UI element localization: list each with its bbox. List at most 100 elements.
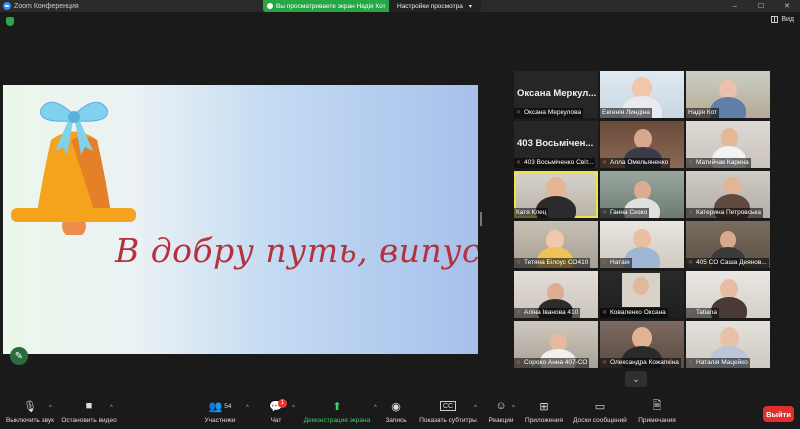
annotate-pencil-icon[interactable]: ✎ xyxy=(10,347,28,365)
muted-mic-icon: ✕ xyxy=(688,210,694,216)
muted-mic-icon: ✕ xyxy=(602,260,608,266)
chevron-down-icon: ⌄ xyxy=(632,373,640,384)
participants-button[interactable]: 👥 54 Участники xyxy=(200,397,240,429)
participant-tile[interactable]: ✕ Матийчак Карина xyxy=(686,121,770,168)
gallery-scroll-down-button[interactable]: ⌄ xyxy=(625,371,647,387)
notes-icon: 🗎 xyxy=(652,399,662,412)
share-screen-button[interactable]: ⬆ Демонстрация экрана xyxy=(303,397,371,429)
participants-options-caret[interactable]: ^ xyxy=(246,405,249,411)
participant-tile[interactable]: Надія Кот xyxy=(686,71,770,118)
reactions-options-caret[interactable]: ^ xyxy=(512,405,515,411)
record-icon: ◉ xyxy=(391,400,401,413)
muted-mic-icon: ✕ xyxy=(516,310,522,316)
muted-mic-icon: ✕ xyxy=(688,160,694,166)
participant-label: ✕ Натаія xyxy=(600,258,632,268)
participant-tile[interactable]: ✕ 405 СО Саша Деянов... xyxy=(686,221,770,268)
muted-mic-icon: ✕ xyxy=(688,310,694,316)
muted-mic-icon: ✕ xyxy=(602,210,608,216)
view-options-button[interactable]: Настройки просмотра ▾ xyxy=(389,0,481,12)
muted-mic-icon: ✕ xyxy=(516,360,522,366)
chevron-down-icon: ▾ xyxy=(468,3,472,10)
mute-button[interactable]: 🎙 Выключить звук xyxy=(5,397,55,429)
participant-tile[interactable]: ✕ Аліна Іванова 410 xyxy=(514,271,598,318)
participant-label: Катя Клец xyxy=(514,208,549,218)
participant-tile[interactable]: ✕ Алла Омельяненко xyxy=(600,121,684,168)
meeting-toolbar: 🎙 Выключить звук ^ ■ Остановить видео ^ … xyxy=(0,397,800,429)
participant-tile[interactable]: ✕ Ганна Сизко xyxy=(600,171,684,218)
apps-button[interactable]: ⊞ Приложения xyxy=(524,397,564,429)
participant-tile[interactable]: Катя Клец xyxy=(514,171,598,218)
participant-tile[interactable]: ✕ Катерина Петровська xyxy=(686,171,770,218)
muted-mic-icon: ✕ xyxy=(516,260,522,266)
participant-label: ✕ Олександра Кожапкіна xyxy=(600,358,681,368)
participant-label: ✕ Оксана Меркулова xyxy=(514,108,584,118)
smiley-icon: ☺ xyxy=(495,400,507,412)
participant-tile[interactable]: ✕ Коваленко Оксана xyxy=(600,271,684,318)
participants-icon: 👥 xyxy=(208,400,223,413)
zoom-logo-icon xyxy=(3,2,11,10)
maximize-button[interactable]: ☐ xyxy=(748,0,774,12)
participant-label: ✕ Сороко Анна 407-СО xyxy=(514,358,590,368)
grid-icon xyxy=(771,16,779,23)
window-controls: – ☐ ✕ xyxy=(722,0,800,12)
video-options-caret[interactable]: ^ xyxy=(110,405,113,411)
participant-label: ✕ 403 Восьміченко Світ... xyxy=(514,158,596,168)
participant-label: ✕ Аліна Іванова 410 xyxy=(514,308,581,318)
participant-name-display: Оксана Меркул... xyxy=(517,88,597,99)
muted-mic-icon: ✕ xyxy=(688,260,694,266)
participant-tile[interactable]: ✕ Наталія Мацейко xyxy=(686,321,770,368)
whiteboards-button[interactable]: ▭ Доски сообщений xyxy=(572,397,628,429)
share-options-caret[interactable]: ^ xyxy=(374,405,377,411)
view-options-label: Настройки просмотра xyxy=(397,2,463,10)
participant-tile[interactable]: ✕ Олександра Кожапкіна xyxy=(600,321,684,368)
participant-tile[interactable]: ✕ Тетяна Білоус СО410 xyxy=(514,221,598,268)
record-button[interactable]: ◉ Запись xyxy=(382,397,410,429)
slide-caption: В добру путь, випускники! xyxy=(115,231,478,270)
view-button-label: Вид xyxy=(781,16,794,23)
apps-grid-icon: ⊞ xyxy=(539,400,549,413)
participant-video xyxy=(719,79,737,99)
screen-share-status[interactable]: Вы просматриваете экран Надія Кот xyxy=(263,0,389,12)
closed-captions-icon: CC xyxy=(439,401,457,411)
participant-tile[interactable]: ✕ Сороко Анна 407-СО xyxy=(514,321,598,368)
chat-options-caret[interactable]: ^ xyxy=(292,405,295,411)
audio-options-caret[interactable]: ^ xyxy=(49,405,52,411)
participant-label: ✕ Матийчак Карина xyxy=(686,158,751,168)
participant-video xyxy=(720,279,738,299)
participants-count: 54 xyxy=(224,402,232,410)
microphone-icon: 🎙 xyxy=(23,400,37,413)
notes-button[interactable]: 🗎 Примечания xyxy=(637,397,677,429)
participant-label: ✕ Tatiana xyxy=(686,308,719,318)
bell-icon xyxy=(11,101,136,235)
subtitles-options-caret[interactable]: ^ xyxy=(474,405,477,411)
participant-label: ✕ Алла Омельяненко xyxy=(600,158,671,168)
muted-mic-icon: ✕ xyxy=(516,160,522,166)
participant-tile[interactable]: ✕ Tatiana xyxy=(686,271,770,318)
participant-tile[interactable]: ✕ Натаія xyxy=(600,221,684,268)
participant-tile[interactable]: Оксана Меркул... ✕ Оксана Меркулова xyxy=(514,71,598,118)
participant-label: Надія Кот xyxy=(686,108,720,118)
participant-label: ✕ Тетяна Білоус СО410 xyxy=(514,258,591,268)
reactions-button[interactable]: ☺ Реакции xyxy=(487,397,515,429)
muted-mic-icon: ✕ xyxy=(602,160,608,166)
shield-icon[interactable] xyxy=(6,17,14,26)
participant-video xyxy=(634,129,652,149)
participant-tile[interactable]: Евгенія Линдіна xyxy=(600,71,684,118)
participant-video xyxy=(633,277,649,295)
view-button[interactable]: Вид xyxy=(771,16,794,23)
split-view-handle[interactable] xyxy=(480,212,482,226)
share-indicator-icon xyxy=(267,3,273,9)
window-title: Zoom Конференция xyxy=(14,2,79,10)
muted-mic-icon: ✕ xyxy=(688,360,694,366)
share-status-text: Вы просматриваете экран Надія Кот xyxy=(276,2,386,10)
participant-label: Евгенія Линдіна xyxy=(600,108,652,118)
minimize-button[interactable]: – xyxy=(722,0,748,12)
participant-name-display: 403 Восьмічен... xyxy=(517,138,594,149)
stop-video-button[interactable]: ■ Остановить видео xyxy=(61,397,116,429)
muted-mic-icon: ✕ xyxy=(516,110,522,116)
show-subtitles-button[interactable]: CC Показать субтитры xyxy=(418,397,478,429)
participant-tile[interactable]: 403 Восьмічен... ✕ 403 Восьміченко Світ..… xyxy=(514,121,598,168)
chat-unread-badge: 1 xyxy=(278,399,287,408)
leave-meeting-button[interactable]: Выйти xyxy=(763,406,794,422)
close-button[interactable]: ✕ xyxy=(774,0,800,12)
